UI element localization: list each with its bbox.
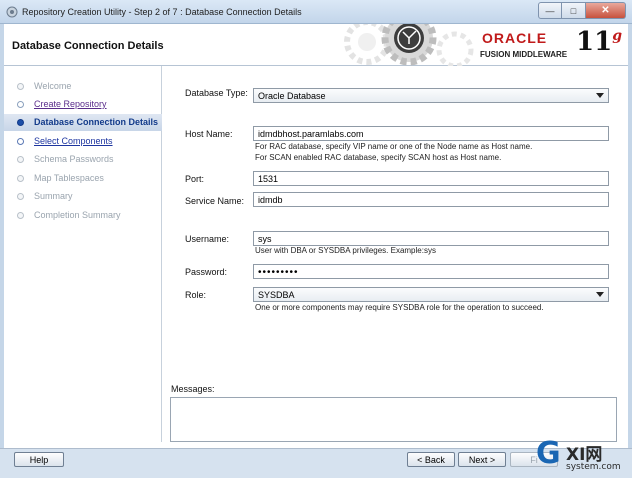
nav-item-label: Summary bbox=[34, 191, 73, 201]
dropdown-arrow-icon bbox=[596, 292, 604, 297]
gears-graphic-icon bbox=[344, 24, 474, 66]
help-button[interactable]: Help bbox=[14, 452, 64, 467]
close-button[interactable]: ✕ bbox=[586, 2, 626, 19]
app-icon bbox=[6, 6, 18, 18]
host-name-hint-rac: For RAC database, specify VIP name or on… bbox=[255, 142, 533, 151]
back-button-label: < Back bbox=[417, 454, 445, 465]
nav-item-summary: Summary bbox=[4, 188, 162, 205]
nav-item-map-tablespaces: Map Tablespaces bbox=[4, 170, 162, 187]
database-type-select[interactable]: Oracle Database bbox=[253, 88, 609, 103]
username-value: sys bbox=[258, 234, 272, 244]
version-suffix: g bbox=[612, 28, 622, 44]
back-button[interactable]: < Back bbox=[407, 452, 455, 467]
nav-item-schema-passwords: Schema Passwords bbox=[4, 151, 162, 168]
watermark-g: G bbox=[536, 436, 561, 471]
host-name-input[interactable]: idmdbhost.paramlabs.com bbox=[253, 126, 609, 141]
step-bullet-icon bbox=[17, 212, 24, 219]
nav-item-label: Schema Passwords bbox=[34, 154, 114, 164]
nav-item-label: Map Tablespaces bbox=[34, 173, 104, 183]
minimize-icon: — bbox=[545, 5, 555, 16]
nav-item-create-repository[interactable]: Create Repository bbox=[4, 96, 162, 113]
page-header: Database Connection Details ORACLE FUSIO… bbox=[4, 24, 628, 66]
window-title-bar[interactable]: Repository Creation Utility - Step 2 of … bbox=[0, 0, 632, 24]
password-label: Password: bbox=[185, 267, 228, 277]
service-name-label: Service Name: bbox=[185, 196, 245, 206]
username-input[interactable]: sys bbox=[253, 231, 609, 246]
version-number: 11 bbox=[576, 27, 613, 57]
database-type-value: Oracle Database bbox=[258, 91, 326, 101]
next-button[interactable]: Next > bbox=[458, 452, 506, 467]
password-input[interactable]: ••••••••• bbox=[253, 264, 609, 279]
window-title: Repository Creation Utility - Step 2 of … bbox=[22, 7, 302, 17]
step-bullet-icon bbox=[17, 156, 24, 163]
port-label: Port: bbox=[185, 174, 205, 184]
step-bullet-icon bbox=[17, 119, 24, 126]
service-name-input[interactable]: idmdb bbox=[253, 192, 609, 207]
host-name-label: Host Name: bbox=[185, 129, 233, 139]
port-input[interactable]: 1531 bbox=[253, 171, 609, 186]
host-name-value: idmdbhost.paramlabs.com bbox=[258, 129, 364, 139]
role-label: Role: bbox=[185, 290, 207, 300]
maximize-button[interactable]: □ bbox=[562, 2, 586, 19]
next-button-label: Next > bbox=[468, 454, 496, 465]
step-navigation: Welcome Create Repository Database Conne… bbox=[4, 66, 162, 442]
step-bullet-icon bbox=[17, 83, 24, 90]
help-button-label: Help bbox=[29, 454, 49, 465]
password-value: ••••••••• bbox=[258, 267, 299, 278]
minimize-button[interactable]: — bbox=[538, 2, 562, 19]
watermark-domain: system.com bbox=[566, 462, 621, 472]
close-icon: ✕ bbox=[601, 5, 610, 16]
step-bullet-icon bbox=[17, 138, 24, 145]
window-controls: — □ ✕ bbox=[538, 2, 626, 19]
role-select[interactable]: SYSDBA bbox=[253, 287, 609, 302]
nav-item-database-connection-details[interactable]: Database Connection Details bbox=[4, 114, 162, 131]
messages-label: Messages: bbox=[171, 384, 215, 394]
nav-item-select-components[interactable]: Select Components bbox=[4, 133, 162, 150]
host-name-hint-scan: For SCAN enabled RAC database, specify S… bbox=[255, 153, 502, 162]
nav-item-label: Completion Summary bbox=[34, 210, 121, 220]
database-type-label: Database Type: bbox=[185, 88, 248, 98]
username-hint: User with DBA or SYSDBA privileges. Exam… bbox=[255, 246, 436, 255]
product-name: FUSION MIDDLEWARE bbox=[480, 50, 568, 59]
step-bullet-icon bbox=[17, 193, 24, 200]
nav-item-completion-summary: Completion Summary bbox=[4, 207, 162, 224]
step-bullet-icon bbox=[17, 175, 24, 182]
dropdown-arrow-icon bbox=[596, 93, 604, 98]
nav-item-welcome: Welcome bbox=[4, 78, 162, 95]
site-watermark: G XI网 system.com bbox=[536, 436, 632, 478]
port-value: 1531 bbox=[258, 174, 279, 184]
version-logo: 11g bbox=[576, 27, 622, 57]
role-value: SYSDBA bbox=[258, 290, 295, 300]
nav-item-label: Database Connection Details bbox=[34, 117, 159, 127]
nav-item-label[interactable]: Select Components bbox=[34, 136, 113, 146]
oracle-logo: ORACLE bbox=[482, 30, 548, 46]
username-label: Username: bbox=[185, 234, 230, 244]
maximize-icon: □ bbox=[570, 5, 577, 16]
role-hint: One or more components may require SYSDB… bbox=[255, 303, 544, 312]
nav-item-label[interactable]: Create Repository bbox=[34, 99, 107, 109]
page-title: Database Connection Details bbox=[12, 40, 164, 52]
service-name-value: idmdb bbox=[258, 195, 283, 205]
step-bullet-icon bbox=[17, 101, 24, 108]
nav-item-label: Welcome bbox=[34, 81, 72, 91]
